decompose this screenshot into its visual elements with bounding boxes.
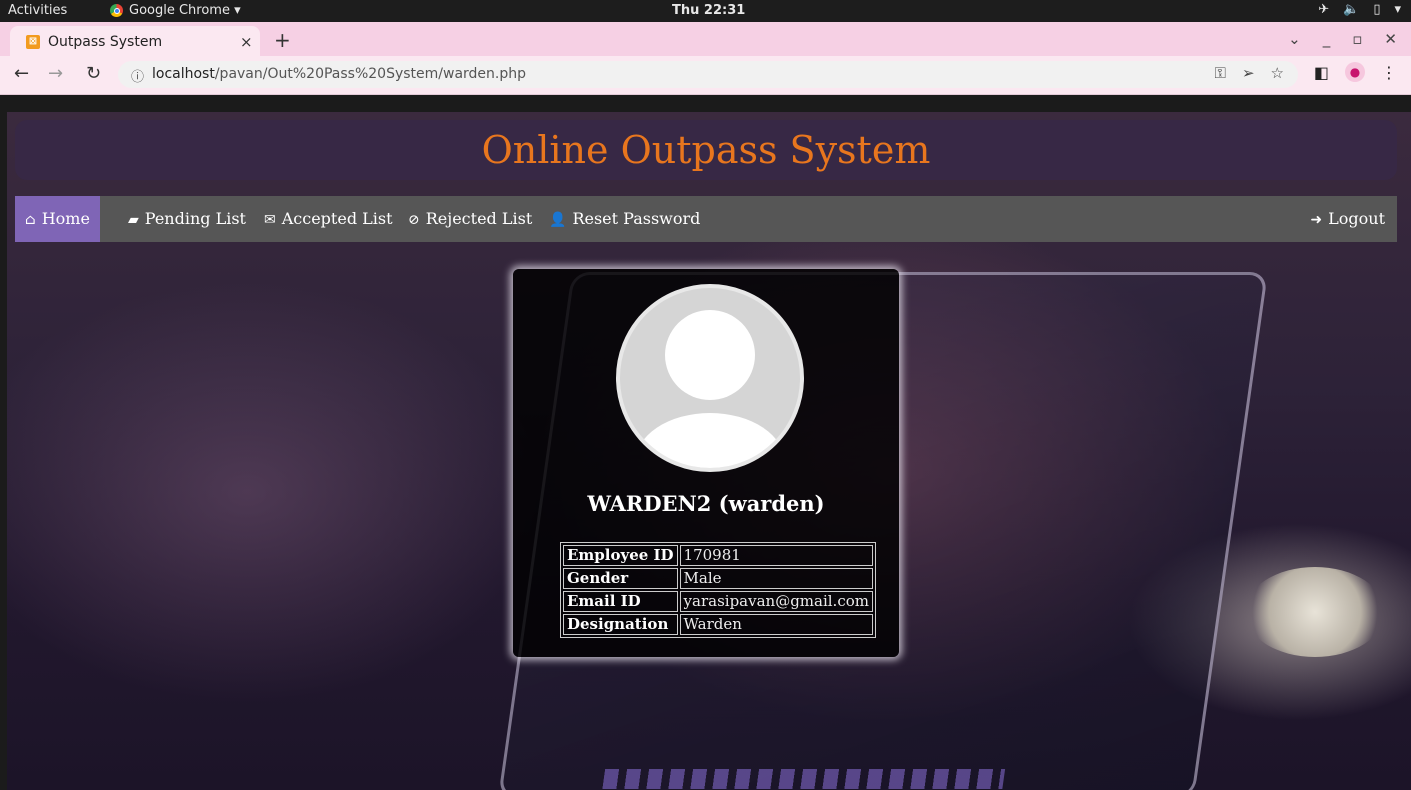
browser-toolbar: ← → ↻ ⓘ localhost/pavan/Out%20Pass%20Sys… bbox=[0, 56, 1411, 95]
url-text[interactable]: localhost/pavan/Out%20Pass%20System/ward… bbox=[152, 66, 526, 82]
site-info-icon[interactable]: ⓘ bbox=[131, 66, 144, 85]
avatar-body bbox=[635, 413, 785, 468]
window-controls: ⌄ _ ▫ ✕ bbox=[1288, 30, 1397, 48]
restore-icon[interactable]: ▫ bbox=[1352, 30, 1362, 48]
table-row: Designation Warden bbox=[563, 614, 873, 635]
nav-accepted-list[interactable]: ✉ Accepted List bbox=[254, 196, 403, 242]
activities-button[interactable]: Activities bbox=[8, 3, 67, 18]
new-tab-button[interactable]: + bbox=[274, 28, 291, 52]
sign-out-icon: ➜ bbox=[1310, 212, 1323, 228]
ban-icon: ⊘ bbox=[408, 212, 420, 228]
nav-logout[interactable]: ➜ Logout bbox=[1300, 196, 1395, 242]
tab-title: Outpass System bbox=[48, 33, 163, 50]
nav-logout-label: Logout bbox=[1328, 209, 1385, 228]
nav-home-label: Home bbox=[41, 209, 90, 228]
nav-reset-label: Reset Password bbox=[572, 209, 701, 228]
omnibox-actions: ⚿ ➢ ☆ bbox=[1215, 64, 1284, 82]
menu-kebab-icon[interactable]: ⋮ bbox=[1381, 63, 1397, 82]
system-tray[interactable]: ✈ 🔈 ▯ ▾ bbox=[1318, 2, 1401, 17]
detail-label: Designation bbox=[563, 614, 678, 635]
nav-home[interactable]: ⌂ Home bbox=[15, 196, 100, 242]
table-row: Employee ID 170981 bbox=[563, 545, 873, 566]
avatar-head bbox=[665, 310, 755, 400]
toolbar-extensions: ◧ ● ⋮ bbox=[1314, 62, 1397, 82]
system-top-bar: Activities Google Chrome ▾ Thu 22:31 ✈ 🔈… bbox=[0, 0, 1411, 22]
minimize-icon[interactable]: _ bbox=[1323, 30, 1331, 48]
close-window-icon[interactable]: ✕ bbox=[1384, 30, 1397, 48]
send-icon[interactable]: ➢ bbox=[1242, 64, 1255, 82]
side-panel-icon[interactable]: ◧ bbox=[1314, 63, 1329, 82]
background-dock bbox=[602, 769, 1006, 789]
chrome-icon bbox=[110, 4, 123, 17]
forward-icon[interactable]: → bbox=[48, 63, 63, 84]
airplane-icon: ✈ bbox=[1318, 2, 1330, 17]
nav-rejected-list[interactable]: ⊘ Rejected List bbox=[398, 196, 542, 242]
address-bar[interactable]: ⓘ localhost/pavan/Out%20Pass%20System/wa… bbox=[118, 61, 1298, 88]
table-row: Gender Male bbox=[563, 568, 873, 589]
nav-accepted-label: Accepted List bbox=[281, 209, 393, 228]
table-row: Email ID yarasipavan@gmail.com bbox=[563, 591, 873, 612]
main-navbar: ⌂ Home ▰ Pending List ✉ Accepted List ⊘ Reje… bbox=[15, 196, 1397, 242]
home-icon: ⌂ bbox=[25, 212, 36, 228]
key-icon[interactable]: ⚿ bbox=[1215, 64, 1226, 82]
detail-label: Email ID bbox=[563, 591, 678, 612]
tab-search-icon[interactable]: ⌄ bbox=[1288, 30, 1301, 48]
tab-close-icon[interactable]: × bbox=[240, 33, 260, 51]
volume-muted-icon: 🔈 bbox=[1343, 2, 1360, 17]
detail-value: Male bbox=[679, 568, 873, 589]
profile-details-table: Employee ID 170981 Gender Male Email ID … bbox=[560, 542, 876, 638]
page-viewport: Online Outpass System ⌂ Home ▰ Pending Lis… bbox=[7, 112, 1411, 790]
reload-icon[interactable]: ↻ bbox=[86, 63, 101, 84]
avatar bbox=[616, 284, 804, 472]
nav-pending-label: Pending List bbox=[144, 209, 246, 228]
detail-value: Warden bbox=[679, 614, 873, 635]
page-header: Online Outpass System bbox=[15, 120, 1397, 180]
user-icon: 👤 bbox=[549, 212, 567, 228]
dropdown-icon: ▾ bbox=[1394, 2, 1401, 17]
detail-value: 170981 bbox=[679, 545, 873, 566]
detail-value: yarasipavan@gmail.com bbox=[679, 591, 873, 612]
url-host: localhost bbox=[152, 66, 215, 82]
url-path: /pavan/Out%20Pass%20System/warden.php bbox=[214, 66, 527, 82]
nav-reset-password[interactable]: 👤 Reset Password bbox=[539, 196, 710, 242]
envelope-icon: ✉ bbox=[264, 212, 276, 228]
detail-label: Gender bbox=[563, 568, 678, 589]
book-icon: ▰ bbox=[128, 212, 139, 228]
bookmark-star-icon[interactable]: ☆ bbox=[1271, 64, 1284, 82]
detail-label: Employee ID bbox=[563, 545, 678, 566]
profile-name: WARDEN2 (warden) bbox=[587, 491, 825, 516]
background-plant-image bbox=[1245, 567, 1385, 657]
clock[interactable]: Thu 22:31 bbox=[672, 3, 745, 18]
profile-avatar-icon[interactable]: ● bbox=[1345, 62, 1365, 82]
xampp-icon: ⊠ bbox=[26, 34, 40, 49]
page-title: Online Outpass System bbox=[481, 128, 931, 172]
nav-rejected-label: Rejected List bbox=[425, 209, 533, 228]
browser-tab[interactable]: ⊠ Outpass System × bbox=[10, 26, 260, 57]
nav-pending-list[interactable]: ▰ Pending List bbox=[118, 196, 256, 242]
battery-icon: ▯ bbox=[1373, 2, 1381, 17]
back-icon[interactable]: ← bbox=[14, 63, 29, 84]
app-menu[interactable]: Google Chrome ▾ bbox=[110, 3, 241, 18]
app-name: Google Chrome ▾ bbox=[129, 3, 241, 18]
profile-card: WARDEN2 (warden) Employee ID 170981 Gend… bbox=[513, 269, 899, 657]
